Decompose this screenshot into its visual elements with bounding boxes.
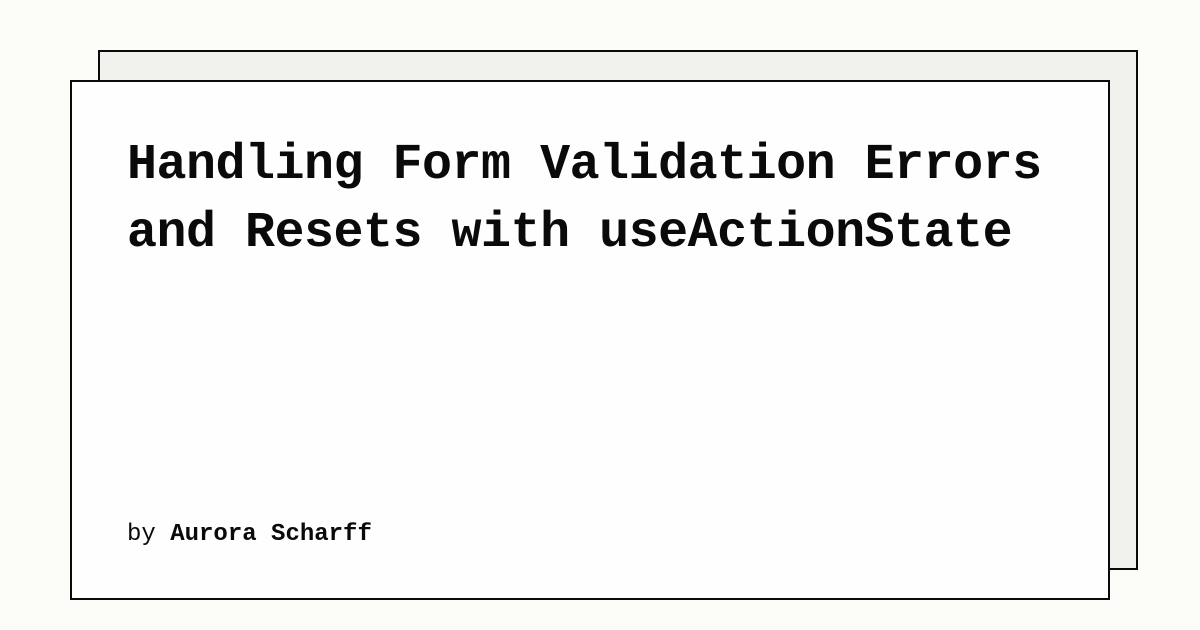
byline: by Aurora Scharff [127,521,1053,548]
byline-prefix: by [127,521,170,548]
author-name: Aurora Scharff [170,521,372,548]
title-card: Handling Form Validation Errors and Rese… [70,80,1110,600]
page-title: Handling Form Validation Errors and Rese… [127,132,1053,267]
